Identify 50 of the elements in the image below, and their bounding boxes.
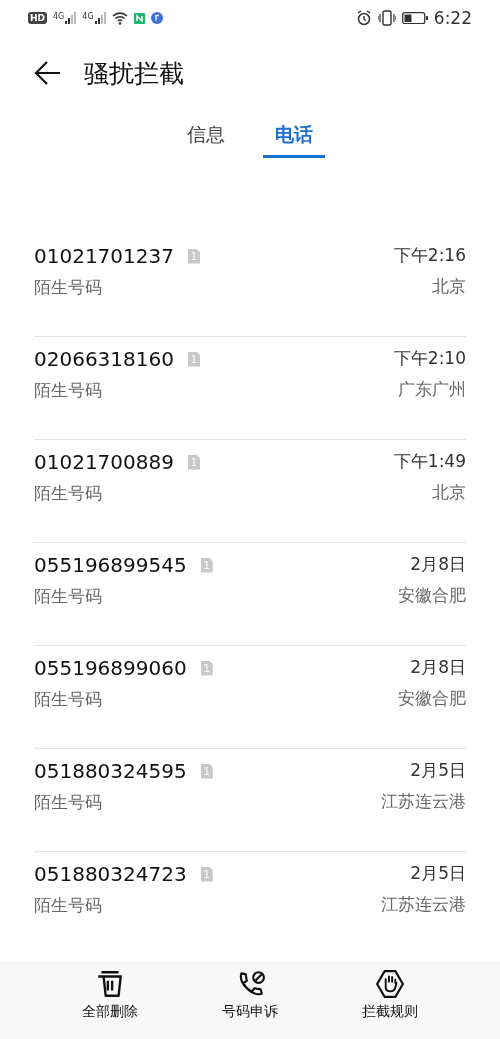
signal-icon (94, 12, 106, 24)
call-location: 江苏连云港 (381, 893, 466, 916)
phone-number: 01021700889 (34, 450, 174, 474)
hd-badge: HD (28, 12, 47, 24)
call-location: 江苏连云港 (381, 790, 466, 813)
stop-hand-icon (375, 969, 405, 999)
phone-number: 055196899060 (34, 656, 187, 680)
phone-number: 055196899545 (34, 553, 187, 577)
vibrate-icon (377, 10, 396, 26)
network-type: 4G (82, 12, 94, 21)
call-time: 2月8日 (410, 656, 466, 679)
call-location: 安徽合肥 (398, 687, 466, 710)
call-location: 北京 (432, 481, 466, 504)
call-location: 北京 (432, 275, 466, 298)
app-icon (133, 12, 145, 24)
back-button[interactable] (34, 59, 62, 87)
caller-type: 陌生号码 (34, 894, 103, 917)
back-arrow-icon (34, 59, 62, 87)
page-title: 骚扰拦截 (84, 57, 184, 90)
caller-type: 陌生号码 (34, 791, 103, 814)
call-time: 2月5日 (410, 862, 466, 885)
wifi-icon (111, 11, 128, 25)
music-icon (150, 12, 163, 24)
phone-number: 01021701237 (34, 244, 174, 268)
call-time: 2月8日 (410, 553, 466, 576)
call-location: 广东广州 (398, 378, 466, 401)
action-button[interactable]: 全部删除 (82, 961, 138, 1039)
phone-number: 02066318160 (34, 347, 174, 371)
alarm-icon (355, 10, 372, 26)
caller-type: 陌生号码 (34, 482, 103, 505)
signal-icon (65, 12, 77, 24)
tab[interactable]: 电话 (263, 112, 325, 158)
tab[interactable]: 信息 (175, 112, 237, 158)
phone-number: 051880324723 (34, 862, 187, 886)
action-button[interactable]: 号码申诉 (222, 961, 278, 1039)
call-time: 下午2:10 (393, 347, 466, 370)
network-type: 4G (53, 12, 65, 21)
phone-number: 051880324595 (34, 759, 187, 783)
caller-type: 陌生号码 (34, 585, 103, 608)
caller-type: 陌生号码 (34, 688, 103, 711)
clock-time: 6:22 (433, 8, 472, 28)
battery-icon (401, 12, 428, 24)
trash-icon (95, 969, 125, 999)
call-time: 2月5日 (410, 759, 466, 782)
action-button[interactable]: 拦截规则 (362, 961, 418, 1039)
call-time: 下午1:49 (393, 450, 466, 473)
caller-type: 陌生号码 (34, 276, 103, 299)
call-time: 下午2:16 (393, 244, 466, 267)
call-location: 安徽合肥 (398, 584, 466, 607)
caller-type: 陌生号码 (34, 379, 103, 402)
